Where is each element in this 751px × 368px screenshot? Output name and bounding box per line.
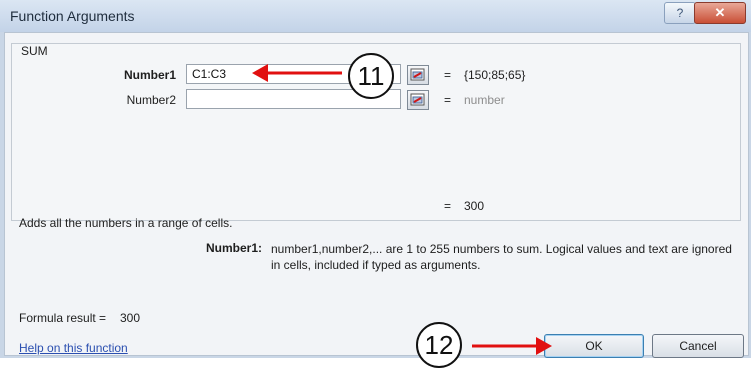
number1-label: Number1 [123, 68, 176, 82]
ok-button[interactable]: OK [544, 334, 644, 358]
function-description: Adds all the numbers in a range of cells… [19, 216, 233, 230]
arg-description-label: Number1: [206, 241, 263, 255]
close-button[interactable]: ✕ [694, 2, 746, 24]
total-equals: = [444, 199, 452, 213]
number2-collapse-button[interactable] [407, 90, 429, 110]
step-12-badge: 12 [416, 322, 462, 368]
number2-result: number [464, 93, 505, 107]
range-collapse-icon [410, 93, 425, 106]
function-name: SUM [21, 44, 48, 58]
arrow-left-icon [252, 64, 342, 82]
number1-equals: = [444, 68, 452, 82]
arrow-right-icon [472, 337, 552, 355]
formula-result-label: Formula result = [19, 311, 107, 325]
range-collapse-icon [410, 68, 425, 81]
help-on-function-link[interactable]: Help on this function [19, 341, 128, 355]
number2-equals: = [444, 93, 452, 107]
cancel-button[interactable]: Cancel [652, 334, 744, 358]
dialog-title: Function Arguments [10, 8, 135, 24]
step-11-badge: 11 [348, 53, 394, 99]
number1-result: {150;85;65} [464, 68, 526, 82]
number1-collapse-button[interactable] [407, 65, 429, 85]
title-bar: Function Arguments ? ✕ [0, 0, 751, 32]
function-arguments-dialog: Function Arguments ? ✕ SUM Number1 = {15… [0, 0, 751, 368]
formula-result-value: 300 [120, 311, 141, 325]
arg-description-text: number1,number2,... are 1 to 255 numbers… [271, 242, 732, 272]
number2-label: Number2 [126, 93, 176, 107]
total-result: 300 [464, 199, 485, 213]
help-button[interactable]: ? [664, 2, 696, 24]
